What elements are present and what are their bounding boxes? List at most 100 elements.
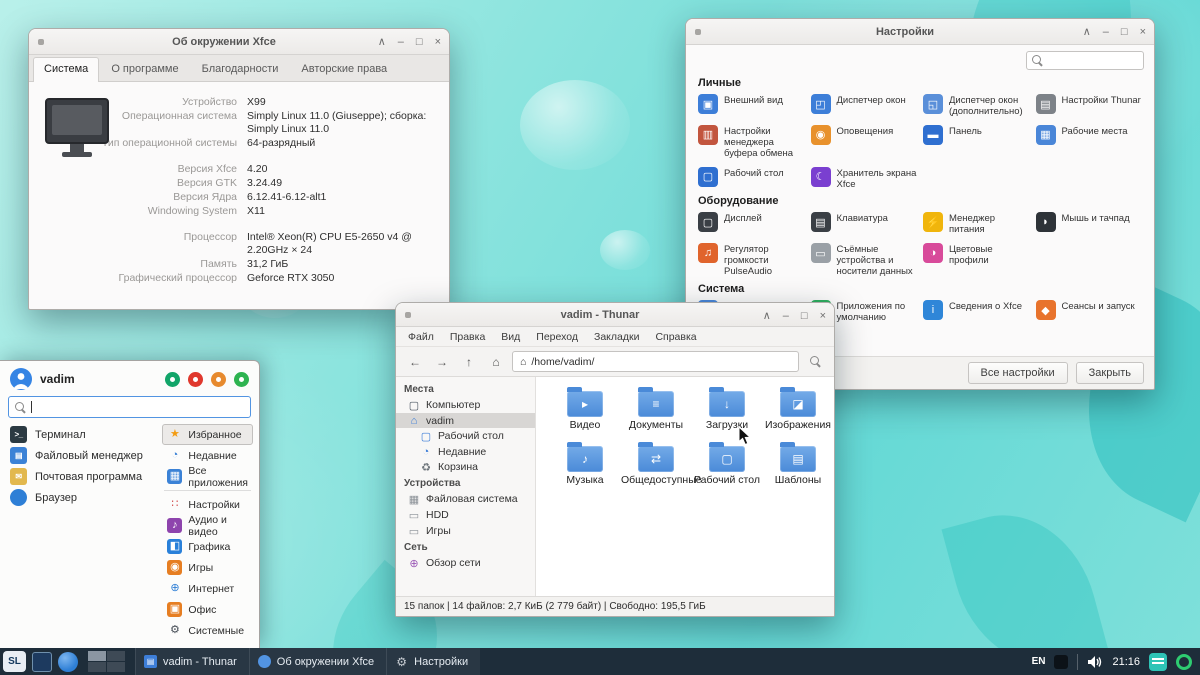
- forward-button[interactable]: →: [431, 352, 453, 372]
- settings-item-display[interactable]: ▢ Дисплей: [698, 212, 805, 236]
- settings-item-desktop[interactable]: ▢ Рабочий стол: [698, 166, 805, 191]
- rollup-icon[interactable]: ∧: [378, 36, 386, 48]
- window-menu-icon[interactable]: [695, 28, 701, 35]
- path-bar[interactable]: ⌂ /home/vadim/: [512, 351, 799, 372]
- tab-system[interactable]: Система: [33, 57, 100, 82]
- menu-edit[interactable]: Правка: [450, 331, 485, 343]
- settings-item-power-manager[interactable]: ⚡ Менеджер питания: [923, 212, 1030, 236]
- category-graphics[interactable]: ◧ Графика: [162, 536, 253, 557]
- folder-video[interactable]: ▸ Видео: [550, 387, 620, 432]
- menu-view[interactable]: Вид: [501, 331, 520, 343]
- settings-item-keyboard[interactable]: ▤ Клавиатура: [810, 212, 918, 236]
- tray-status-icon[interactable]: [1176, 653, 1192, 670]
- settings-item-workspaces[interactable]: ▦ Рабочие места: [1035, 124, 1143, 160]
- folder-desktop[interactable]: ▢ Рабочий стол: [692, 441, 762, 487]
- maximize-icon[interactable]: □: [1121, 26, 1128, 38]
- maximize-icon[interactable]: □: [801, 310, 808, 322]
- keyboard-layout-indicator[interactable]: EN: [1032, 656, 1046, 667]
- minimize-icon[interactable]: –: [1103, 26, 1109, 38]
- all-settings-icon[interactable]: [165, 371, 180, 387]
- close-icon[interactable]: ×: [820, 310, 826, 322]
- taskbar-window-thunar[interactable]: ▤ vadim - Thunar: [135, 648, 249, 675]
- settings-item-thunar[interactable]: ▤ Настройки Thunar: [1035, 94, 1143, 118]
- taskbar-window-settings[interactable]: ⚙ Настройки: [386, 648, 481, 675]
- about-titlebar[interactable]: Об окружении Xfce ∧ – □ ×: [29, 29, 449, 55]
- browser-launcher-icon[interactable]: [58, 651, 78, 672]
- volume-icon[interactable]: [1087, 655, 1103, 669]
- sidebar-item-games[interactable]: ▭ Игры: [396, 523, 535, 539]
- minimize-icon[interactable]: –: [398, 36, 404, 48]
- settings-item-window-manager[interactable]: ◰ Диспетчер окон: [810, 94, 918, 118]
- settings-item-screensaver[interactable]: ☾ Хранитель экрана Xfce: [810, 166, 918, 191]
- category-settings[interactable]: ∷ Настройки: [162, 494, 253, 515]
- settings-item-pulseaudio[interactable]: ♫ Регулятор громкости PulseAudio: [698, 243, 805, 278]
- category-internet[interactable]: ⊕ Интернет: [162, 578, 253, 599]
- close-icon[interactable]: ×: [1140, 26, 1146, 38]
- category-all-apps[interactable]: ▦ Все приложения: [162, 465, 253, 489]
- tab-about[interactable]: О программе: [100, 57, 189, 81]
- menu-go[interactable]: Переход: [536, 331, 578, 343]
- settings-item-session[interactable]: ◆ Сеансы и запуск: [1035, 300, 1143, 335]
- settings-item-clipboard[interactable]: ▥ Настройки менеджера буфера обмена: [698, 124, 805, 160]
- taskbar-window-about[interactable]: Об окружении Xfce: [248, 648, 387, 675]
- category-multimedia[interactable]: ♪ Аудио и видео: [162, 514, 253, 538]
- menu-bookmarks[interactable]: Закладки: [594, 331, 639, 343]
- sidebar-item-desktop[interactable]: ▢ Рабочий стол: [396, 428, 535, 444]
- category-favorites[interactable]: ★ Избранное: [162, 424, 253, 445]
- back-button[interactable]: ←: [404, 352, 426, 372]
- logout-icon[interactable]: [234, 371, 249, 387]
- applications-menu-button[interactable]: SL: [3, 651, 26, 672]
- tray-app-icon[interactable]: [1149, 652, 1167, 671]
- minimize-icon[interactable]: –: [783, 310, 789, 322]
- folder-templates[interactable]: ▤ Шаблоны: [763, 441, 833, 487]
- menu-search-input[interactable]: [8, 396, 251, 418]
- rollup-icon[interactable]: ∧: [763, 310, 771, 322]
- thunar-titlebar[interactable]: vadim - Thunar ∧ – □ ×: [396, 303, 834, 327]
- folder-music[interactable]: ♪ Музыка: [550, 441, 620, 487]
- category-games[interactable]: ◉ Игры: [162, 557, 253, 578]
- app-terminal[interactable]: >_ Терминал: [6, 424, 158, 445]
- home-button[interactable]: ⌂: [485, 352, 507, 372]
- sidebar-item-recent[interactable]: ◔ Недавние: [396, 444, 535, 459]
- up-button[interactable]: ↑: [458, 352, 480, 372]
- workspace-switcher[interactable]: [88, 651, 125, 672]
- tab-copyright[interactable]: Авторские права: [290, 57, 398, 81]
- sidebar-item-hdd[interactable]: ▭ HDD: [396, 507, 535, 523]
- sidebar-item-home[interactable]: ⌂ vadim: [396, 413, 535, 428]
- settings-item-removable-media[interactable]: ▭ Съёмные устройства и носители данных: [810, 243, 918, 278]
- app-browser[interactable]: Браузер: [6, 487, 158, 508]
- window-menu-icon[interactable]: [38, 38, 44, 45]
- category-recent[interactable]: ◔ Недавние: [162, 445, 253, 466]
- folder-public[interactable]: ⇄ Общедоступные: [621, 441, 702, 487]
- settings-item-about-xfce[interactable]: i Сведения о Xfce: [923, 300, 1030, 335]
- menu-help[interactable]: Справка: [655, 331, 696, 343]
- settings-item-mouse[interactable]: ◗ Мышь и тачпад: [1035, 212, 1143, 236]
- settings-item-appearance[interactable]: ▣ Внешний вид: [698, 94, 805, 118]
- menu-file[interactable]: Файл: [408, 331, 434, 343]
- category-system[interactable]: ⚙ Системные: [162, 620, 253, 641]
- switch-user-icon[interactable]: [211, 371, 226, 387]
- close-button[interactable]: Закрыть: [1075, 362, 1144, 384]
- folder-documents[interactable]: ≡ Документы: [621, 387, 691, 432]
- sidebar-item-computer[interactable]: ▢ Компьютер: [396, 397, 535, 413]
- category-office[interactable]: ▣ Офис: [162, 599, 253, 620]
- settings-search-input[interactable]: [1026, 51, 1144, 70]
- tab-credits[interactable]: Благодарности: [191, 57, 290, 81]
- settings-item-notifications[interactable]: ◉ Оповещения: [810, 124, 918, 160]
- sidebar-item-trash[interactable]: ♻ Корзина: [396, 459, 535, 475]
- rollup-icon[interactable]: ∧: [1083, 26, 1091, 38]
- settings-titlebar[interactable]: Настройки ∧ – □ ×: [686, 19, 1154, 45]
- app-file-manager[interactable]: ▤ Файловый менеджер: [6, 445, 158, 466]
- settings-item-color-profiles[interactable]: ◑ Цветовые профили: [923, 243, 1030, 278]
- settings-item-panel[interactable]: ▬ Панель: [923, 124, 1030, 160]
- app-mail[interactable]: ✉ Почтовая программа: [6, 466, 158, 487]
- tray-icon[interactable]: [1054, 654, 1069, 669]
- folder-pictures[interactable]: ◪ Изображения: [763, 387, 833, 432]
- lock-screen-icon[interactable]: [188, 371, 203, 387]
- all-settings-button[interactable]: Все настройки: [967, 362, 1068, 384]
- clock[interactable]: 21:16: [1112, 656, 1140, 668]
- close-icon[interactable]: ×: [435, 36, 441, 48]
- window-menu-icon[interactable]: [405, 311, 411, 318]
- sidebar-item-filesystem[interactable]: ▦ Файловая система: [396, 491, 535, 507]
- sidebar-item-network[interactable]: ⊕ Обзор сети: [396, 555, 535, 571]
